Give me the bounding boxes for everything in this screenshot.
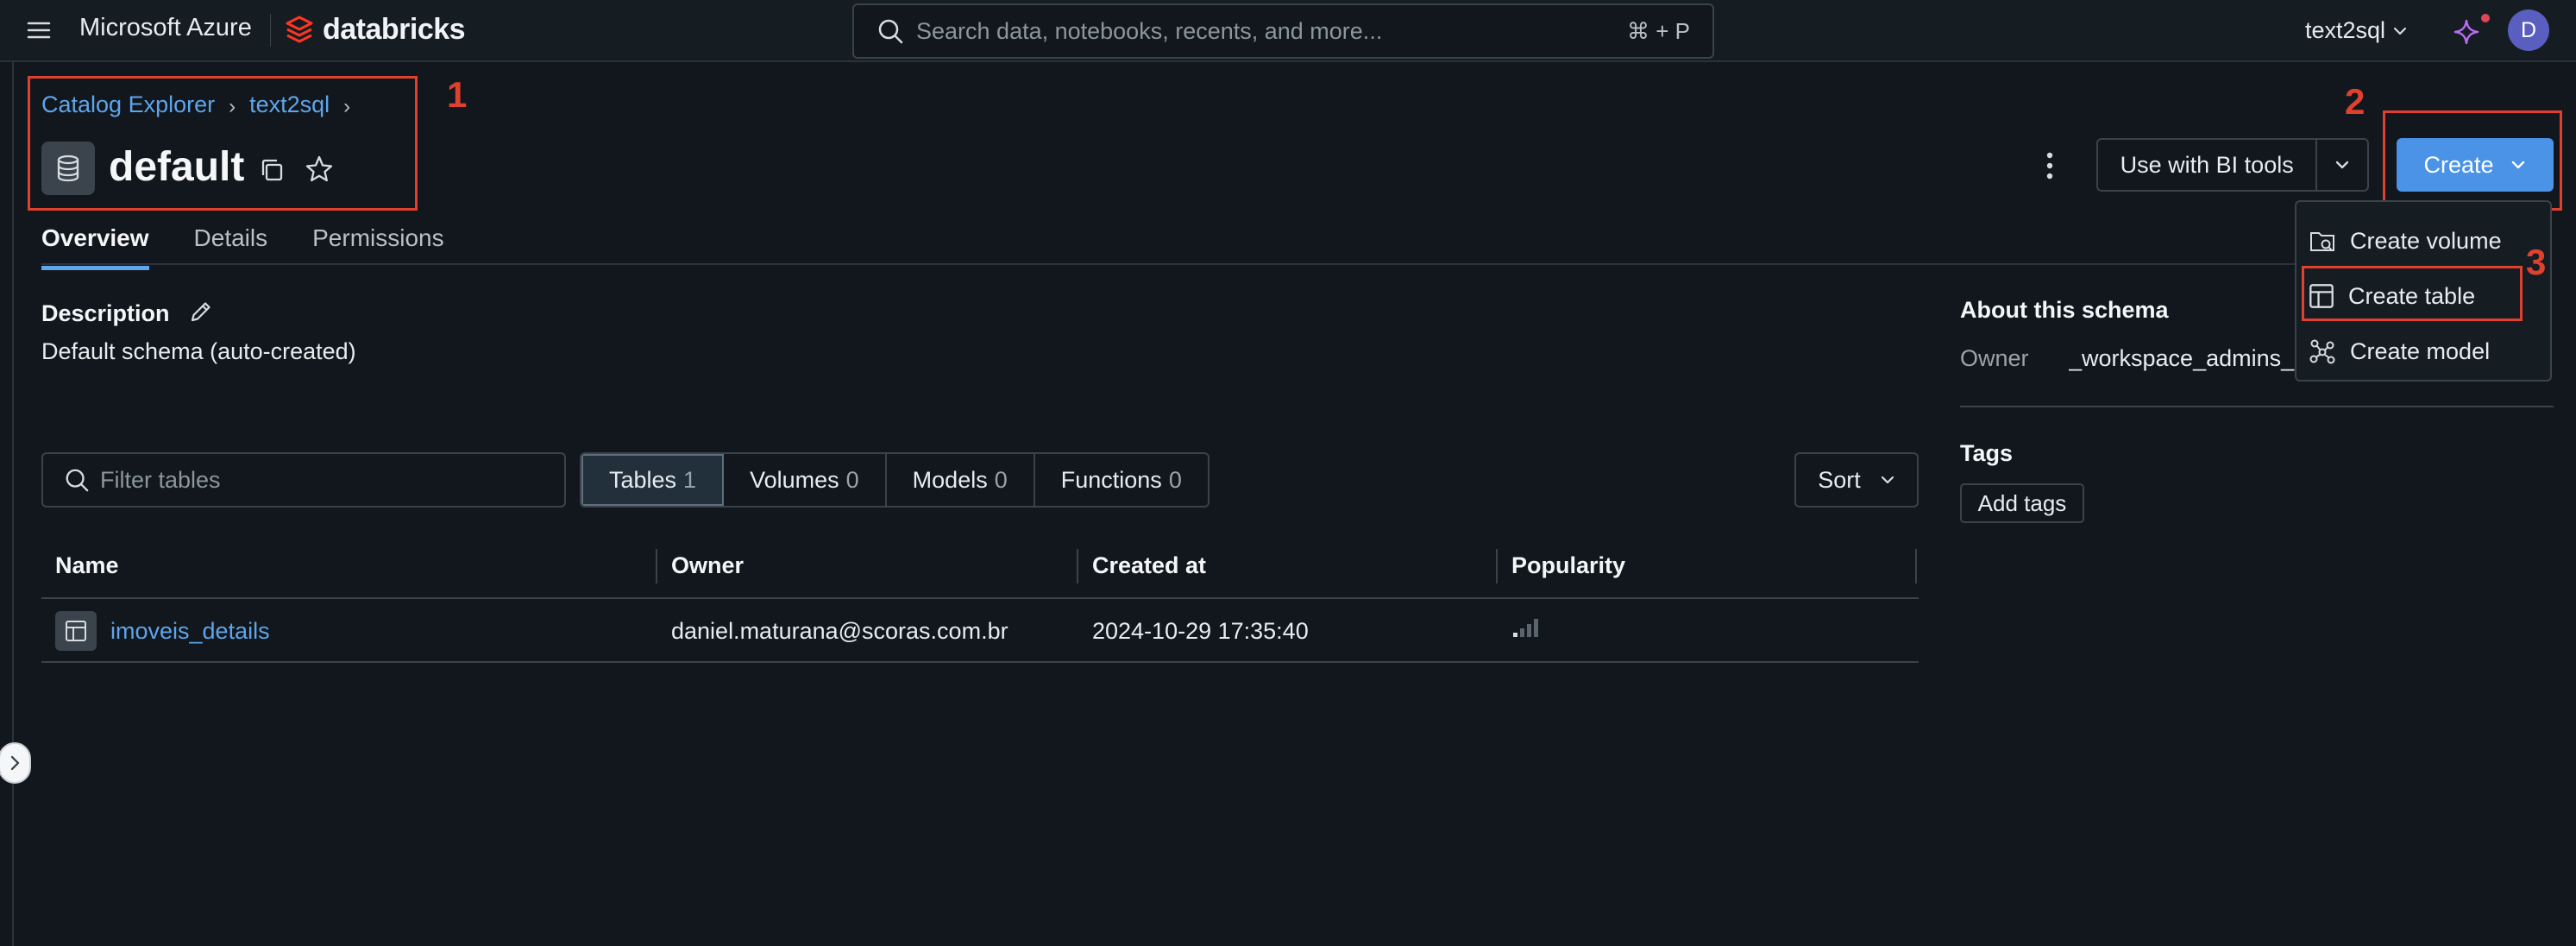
segment-count: 0 — [845, 466, 859, 493]
microsoft-azure-brand: Microsoft Azure — [79, 14, 252, 41]
segment-count: 0 — [994, 466, 1008, 493]
column-divider[interactable] — [1077, 549, 1078, 583]
about-divider — [1960, 406, 2554, 407]
table-row-owner: daniel.maturana@scoras.com.br — [671, 618, 1008, 644]
column-divider[interactable] — [1915, 549, 1917, 583]
annotation-box-3 — [2302, 266, 2523, 321]
chevron-right-icon — [8, 754, 22, 772]
column-header-name[interactable]: Name — [55, 552, 119, 579]
segment-count: 1 — [683, 466, 697, 493]
menu-item-create-model[interactable]: Create model — [2309, 330, 2490, 373]
menu-item-create-volume[interactable]: Create volume — [2309, 219, 2502, 262]
annotation-box-2 — [2383, 110, 2562, 211]
assistant-sparkle-icon[interactable] — [2452, 17, 2481, 47]
column-header-owner[interactable]: Owner — [671, 552, 744, 579]
hamburger-menu-icon[interactable] — [26, 17, 52, 43]
column-divider[interactable] — [1496, 549, 1498, 583]
model-icon — [2309, 337, 2336, 365]
annotation-number-3: 3 — [2526, 242, 2547, 282]
notification-dot — [2481, 14, 2490, 22]
expand-sidebar-button[interactable] — [0, 742, 31, 784]
segment-label: Volumes — [750, 466, 839, 493]
chevron-down-icon — [1880, 472, 1895, 488]
annotation-box-1 — [28, 76, 418, 211]
segment-functions[interactable]: Functions 0 — [1035, 454, 1208, 506]
owner-value: _workspace_admins_ — [2069, 345, 2295, 371]
user-avatar[interactable]: D — [2508, 9, 2549, 51]
workspace-name: text2sql — [2305, 17, 2386, 43]
filter-placeholder: Filter tables — [100, 466, 221, 493]
column-header-created-at[interactable]: Created at — [1092, 552, 1206, 579]
sidebar-edge — [12, 62, 14, 946]
volume-icon — [2309, 228, 2336, 254]
databricks-wordmark: databricks — [323, 12, 466, 46]
segment-label: Tables — [609, 466, 677, 493]
segment-count: 0 — [1168, 466, 1182, 493]
databricks-logo-icon — [285, 15, 314, 44]
search-icon — [876, 17, 904, 45]
use-with-bi-tools-button[interactable]: Use with BI tools — [2096, 138, 2369, 192]
menu-item-label: Create volume — [2350, 227, 2502, 254]
global-search-input[interactable]: Search data, notebooks, recents, and mor… — [852, 3, 1714, 59]
segment-models[interactable]: Models 0 — [887, 454, 1035, 506]
search-shortcut: ⌘ + P — [1627, 17, 1690, 44]
annotation-number-1: 1 — [447, 74, 468, 115]
filter-tables-input[interactable]: Filter tables — [41, 452, 566, 508]
segment-label: Functions — [1060, 466, 1162, 493]
search-icon — [64, 467, 90, 493]
tabs-divider — [41, 263, 2552, 265]
segment-tables[interactable]: Tables 1 — [581, 454, 725, 506]
annotation-number-2: 2 — [2345, 81, 2366, 122]
menu-item-label: Create model — [2350, 337, 2491, 364]
description-text: Default schema (auto-created) — [41, 338, 356, 364]
sort-label: Sort — [1818, 466, 1861, 493]
chevron-down-icon — [2392, 23, 2408, 39]
popularity-bars-icon — [1511, 616, 1541, 639]
brand-divider — [270, 14, 271, 47]
description-label: Description — [41, 300, 170, 326]
table-icon — [55, 611, 97, 651]
sort-button[interactable]: Sort — [1794, 452, 1919, 508]
column-header-popularity[interactable]: Popularity — [1511, 552, 1625, 579]
bi-tools-chevron-down-icon[interactable] — [2317, 156, 2367, 173]
asset-type-segmented-control: Tables 1 Volumes 0 Models 0 Functions 0 — [580, 452, 1209, 508]
add-tags-button[interactable]: Add tags — [1960, 483, 2084, 523]
tags-title: Tags — [1960, 440, 2014, 466]
column-divider[interactable] — [656, 549, 657, 583]
search-placeholder: Search data, notebooks, recents, and mor… — [916, 17, 1383, 44]
segment-volumes[interactable]: Volumes 0 — [724, 454, 887, 506]
table-row-created-at: 2024-10-29 17:35:40 — [1092, 618, 1309, 644]
segment-label: Models — [912, 466, 988, 493]
about-schema-title: About this schema — [1960, 297, 2169, 323]
bi-tools-label[interactable]: Use with BI tools — [2098, 152, 2315, 179]
table-row-divider — [41, 661, 1919, 663]
workspace-switcher[interactable]: text2sql — [2305, 17, 2408, 44]
owner-label: Owner — [1960, 345, 2029, 371]
edit-pencil-icon[interactable] — [188, 299, 214, 325]
table-header-divider — [41, 597, 1919, 599]
databricks-logo[interactable]: databricks — [285, 12, 466, 47]
more-options-icon[interactable] — [2043, 148, 2057, 183]
table-row-name-link[interactable]: imoveis_details — [110, 618, 270, 645]
